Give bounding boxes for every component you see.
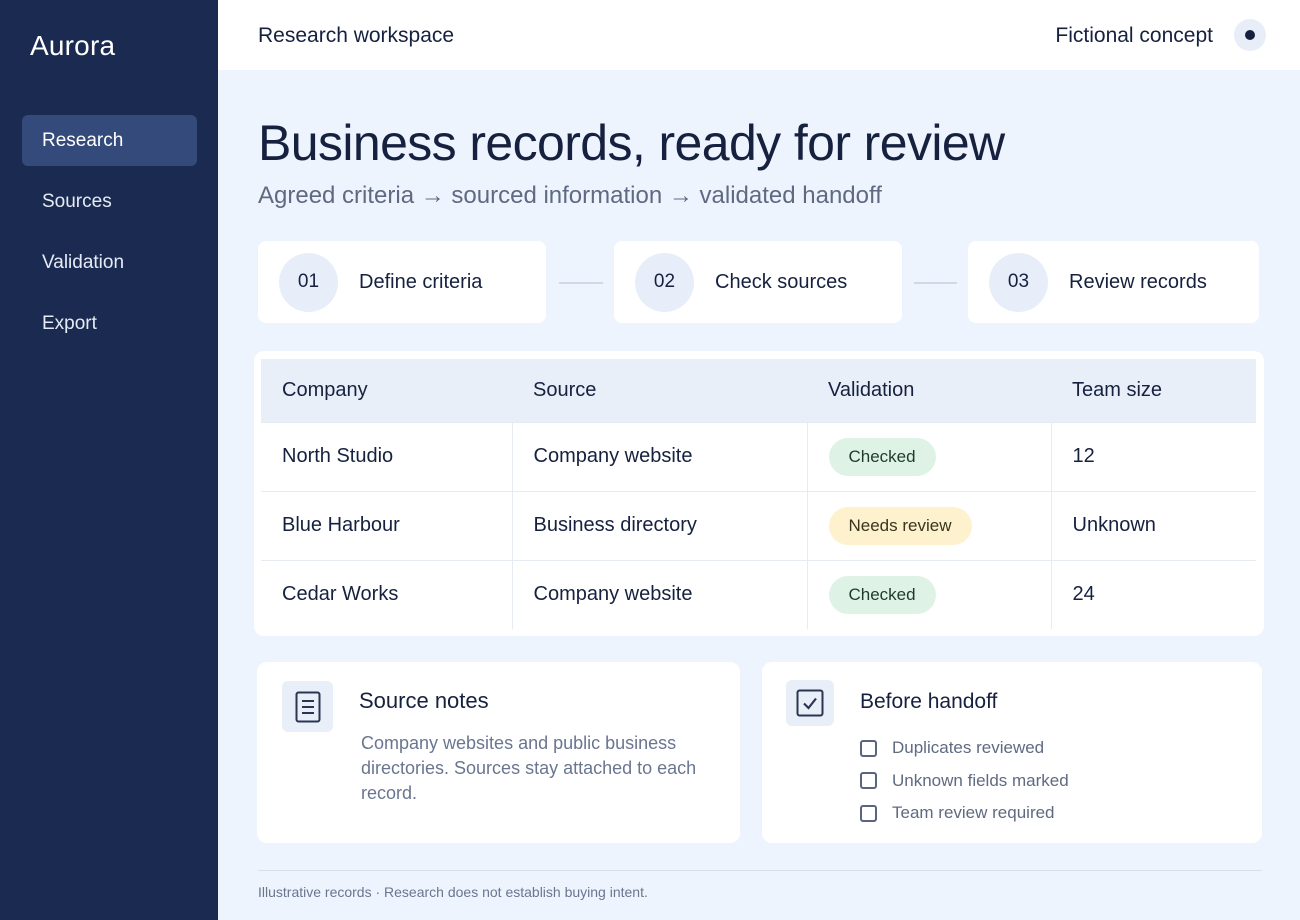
table-header-row: Company Source Validation Team size — [261, 359, 1256, 422]
step-number: 01 — [279, 252, 338, 312]
status-badge: Needs review — [828, 506, 972, 545]
page-title: Business records, ready for review — [258, 115, 1005, 171]
checkbox-checked-icon — [786, 680, 834, 726]
source-cell: Company website — [511, 421, 807, 491]
records-table-card: Company Source Validation Team size Nort… — [254, 351, 1264, 636]
source-notes-title: Source notes — [359, 688, 489, 713]
table-row[interactable]: North Studio Company website Checked 12 — [261, 421, 1256, 491]
before-handoff-panel: Before handoff Duplicates reviewed Unkno… — [762, 662, 1262, 843]
step-label: Define criteria — [359, 270, 483, 293]
checkbox[interactable] — [860, 804, 877, 822]
step-connector — [559, 282, 603, 284]
before-handoff-title: Before handoff — [860, 690, 998, 713]
concept-label: Fictional concept — [1055, 24, 1213, 47]
status-badge: Checked — [828, 437, 936, 476]
source-cell: Company website — [511, 559, 807, 629]
column-header-validation[interactable]: Validation — [807, 359, 1051, 422]
step-number: 03 — [989, 252, 1048, 312]
team-size-cell: Unknown — [1050, 490, 1256, 560]
validation-cell: Checked — [806, 559, 1051, 629]
step-label: Review records — [1069, 270, 1207, 293]
records-table: Company Source Validation Team size Nort… — [261, 359, 1256, 629]
top-bar: Research workspace Fictional concept — [218, 0, 1300, 70]
team-size-cell: 12 — [1050, 421, 1256, 491]
table-row[interactable]: Cedar Works Company website Checked 24 — [261, 559, 1256, 629]
status-badge: Checked — [828, 575, 936, 614]
handoff-checklist: Duplicates reviewed Unknown fields marke… — [860, 732, 1069, 830]
checklist-item-unknown-fields[interactable]: Unknown fields marked — [860, 765, 1069, 798]
company-cell: Cedar Works — [261, 559, 512, 629]
company-cell: Blue Harbour — [261, 490, 512, 560]
checklist-label: Duplicates reviewed — [892, 738, 1045, 758]
sidebar-item-research[interactable]: Research — [22, 115, 197, 166]
page-subtitle: Agreed criteria → sourced information → … — [258, 182, 882, 209]
source-notes-panel: Source notes Company websites and public… — [257, 662, 740, 843]
step-check-sources[interactable]: 02 Check sources — [614, 241, 902, 323]
step-number: 02 — [635, 252, 694, 312]
source-notes-text: Company websites and public business dir… — [361, 733, 697, 803]
source-cell: Business directory — [511, 490, 807, 560]
step-review-records[interactable]: 03 Review records — [968, 241, 1259, 323]
checkbox[interactable] — [860, 772, 877, 790]
checklist-label: Team review required — [892, 803, 1055, 823]
step-define-criteria[interactable]: 01 Define criteria — [258, 241, 546, 323]
company-cell: North Studio — [261, 421, 512, 491]
checklist-item-team-review[interactable]: Team review required — [860, 797, 1069, 830]
step-label: Check sources — [715, 270, 848, 293]
validation-cell: Needs review — [806, 490, 1051, 560]
document-icon — [282, 681, 333, 732]
column-header-source[interactable]: Source — [512, 359, 807, 422]
team-size-cell: 24 — [1050, 559, 1256, 629]
brand-logo: Aurora — [30, 30, 116, 61]
validation-cell: Checked — [806, 421, 1051, 491]
table-row[interactable]: Blue Harbour Business directory Needs re… — [261, 490, 1256, 560]
sidebar-item-export[interactable]: Export — [22, 298, 197, 349]
avatar-dot-icon — [1245, 30, 1255, 40]
sidebar-item-sources[interactable]: Sources — [22, 176, 197, 227]
footer-note: Illustrative records · Research does not… — [258, 884, 648, 900]
checklist-item-duplicates[interactable]: Duplicates reviewed — [860, 732, 1069, 765]
workspace-title: Research workspace — [258, 24, 455, 47]
sidebar: Aurora Research Sources Validation Expor… — [0, 0, 218, 920]
step-connector — [914, 282, 957, 284]
avatar[interactable] — [1234, 19, 1266, 51]
sidebar-item-validation[interactable]: Validation — [22, 237, 197, 288]
column-header-team-size[interactable]: Team size — [1051, 359, 1256, 422]
footer-divider — [258, 870, 1262, 871]
checkbox[interactable] — [860, 739, 877, 757]
checklist-label: Unknown fields marked — [892, 770, 1069, 790]
column-header-company[interactable]: Company — [261, 359, 512, 422]
sidebar-nav: Research Sources Validation Export — [22, 115, 197, 359]
